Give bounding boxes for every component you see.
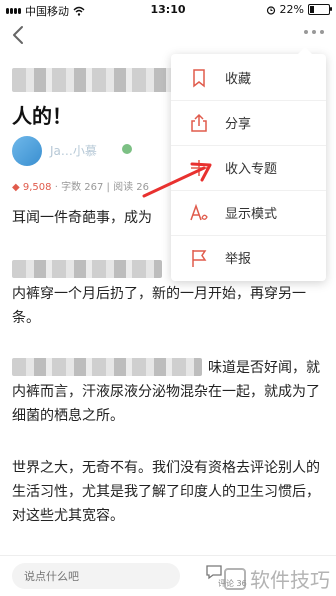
menu-label-collect: 收藏 — [225, 72, 252, 87]
battery-percent: 22% — [279, 3, 304, 16]
avatar[interactable] — [12, 136, 42, 166]
article-meta: ◆ 9,508 · 字数 267 | 阅读 26 — [12, 182, 149, 193]
paragraph-4: 世界之大，无奇不有。我们没有资格去评论别人的生活习性，尤其是我了解了印度人的卫生… — [12, 460, 320, 524]
status-bar: 中国移动 13:10 22% — [0, 0, 336, 20]
article-title: 人的！ — [12, 104, 72, 128]
paragraph-3: 味道是否好闻，就内裤而言，汗液尿液分泌物混杂在一起，就成为了细菌的栖息之所。 — [12, 360, 320, 424]
word-count: 字数 267 — [61, 182, 104, 193]
author-name[interactable]: Ja…小慕 — [50, 142, 97, 159]
back-arrow-icon[interactable] — [10, 23, 28, 47]
menu-label-report: 举报 — [225, 252, 252, 267]
alarm-icon — [266, 5, 275, 15]
battery-icon — [308, 4, 332, 15]
menu-label-display-mode: 显示模式 — [225, 207, 278, 222]
font-mode-icon — [190, 203, 208, 221]
view-count: 9,508 — [22, 182, 52, 193]
paragraph-2: 内裤穿一个月后扔了，新的一月开始，再穿另一条。 — [12, 286, 306, 326]
watermark-logo-icon — [224, 567, 246, 590]
status-right-group: 22% — [266, 3, 332, 16]
menu-label-share: 分享 — [225, 117, 252, 132]
watermark-text: 软件技巧 — [250, 568, 330, 592]
bookmark-icon — [193, 69, 205, 88]
menu-label-add-to-collection: 收入专题 — [225, 162, 278, 177]
annotation-arrow-icon — [142, 162, 212, 198]
more-options-icon[interactable] — [304, 30, 324, 34]
blurred-text — [12, 260, 162, 278]
comment-input[interactable] — [12, 563, 180, 589]
watermark: 软件技巧 — [224, 564, 330, 593]
flag-icon — [192, 250, 207, 267]
menu-item-share[interactable]: 分享 — [171, 101, 326, 145]
nav-bar — [0, 20, 336, 52]
menu-item-report[interactable]: 举报 — [171, 236, 326, 280]
bottom-bar: 评论 36 软件技巧 — [0, 555, 336, 596]
diamond-icon: ◆ — [12, 182, 20, 193]
menu-item-collect[interactable]: 收藏 — [171, 56, 326, 100]
author-badge-icon — [122, 144, 132, 154]
share-icon — [191, 113, 207, 132]
